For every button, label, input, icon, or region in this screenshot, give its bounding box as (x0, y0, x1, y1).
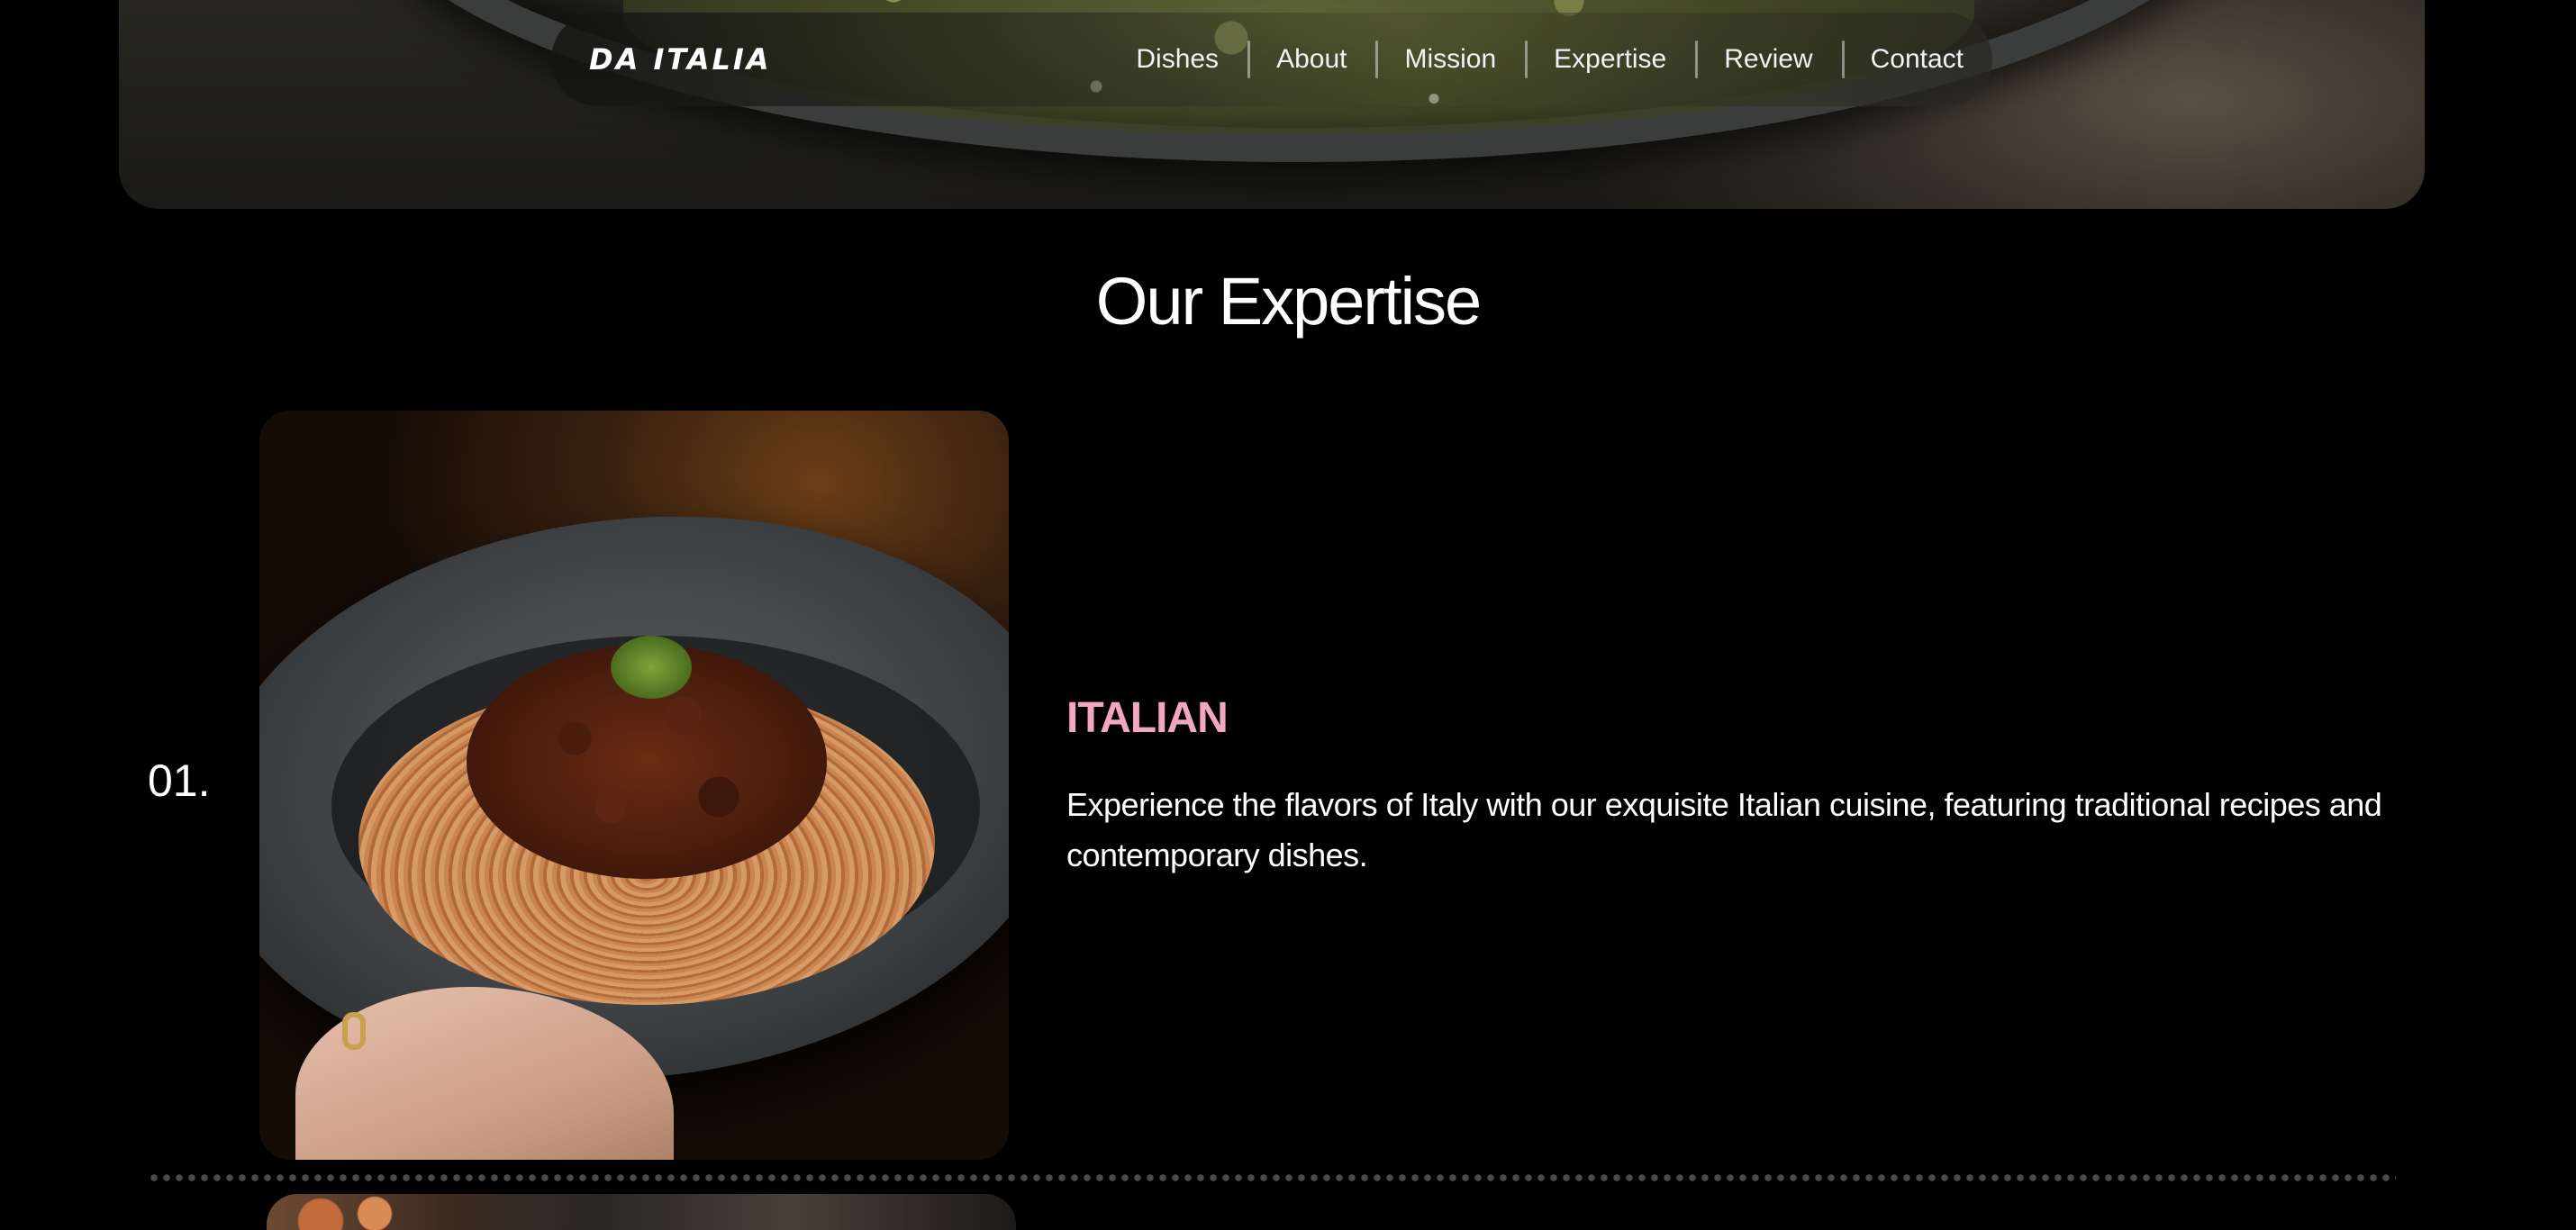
expertise-index: 01. (148, 755, 211, 806)
nav-menu: Dishes About Mission Expertise Review Co… (1107, 41, 1964, 78)
nav-item-mission[interactable]: Mission (1375, 41, 1525, 78)
navbar: DA ITALIA Dishes About Mission Expertise… (551, 13, 1992, 106)
nav-item-dishes[interactable]: Dishes (1107, 44, 1247, 75)
nav-item-contact[interactable]: Contact (1841, 41, 1964, 78)
expertise-heading: ITALIAN (1066, 694, 1229, 742)
ring (342, 1012, 366, 1050)
next-expertise-image (267, 1194, 1016, 1230)
section-title: Our Expertise (1095, 264, 1482, 339)
logo[interactable]: DA ITALIA (589, 42, 772, 77)
nav-item-about[interactable]: About (1247, 41, 1375, 78)
herb-garnish (611, 636, 692, 699)
nav-item-review[interactable]: Review (1695, 41, 1841, 78)
nav-item-expertise[interactable]: Expertise (1525, 41, 1695, 78)
expertise-description: Experience the flavors of Italy with our… (1066, 786, 2382, 873)
dotted-divider (148, 1174, 2396, 1181)
expertise-image (259, 411, 1009, 1160)
